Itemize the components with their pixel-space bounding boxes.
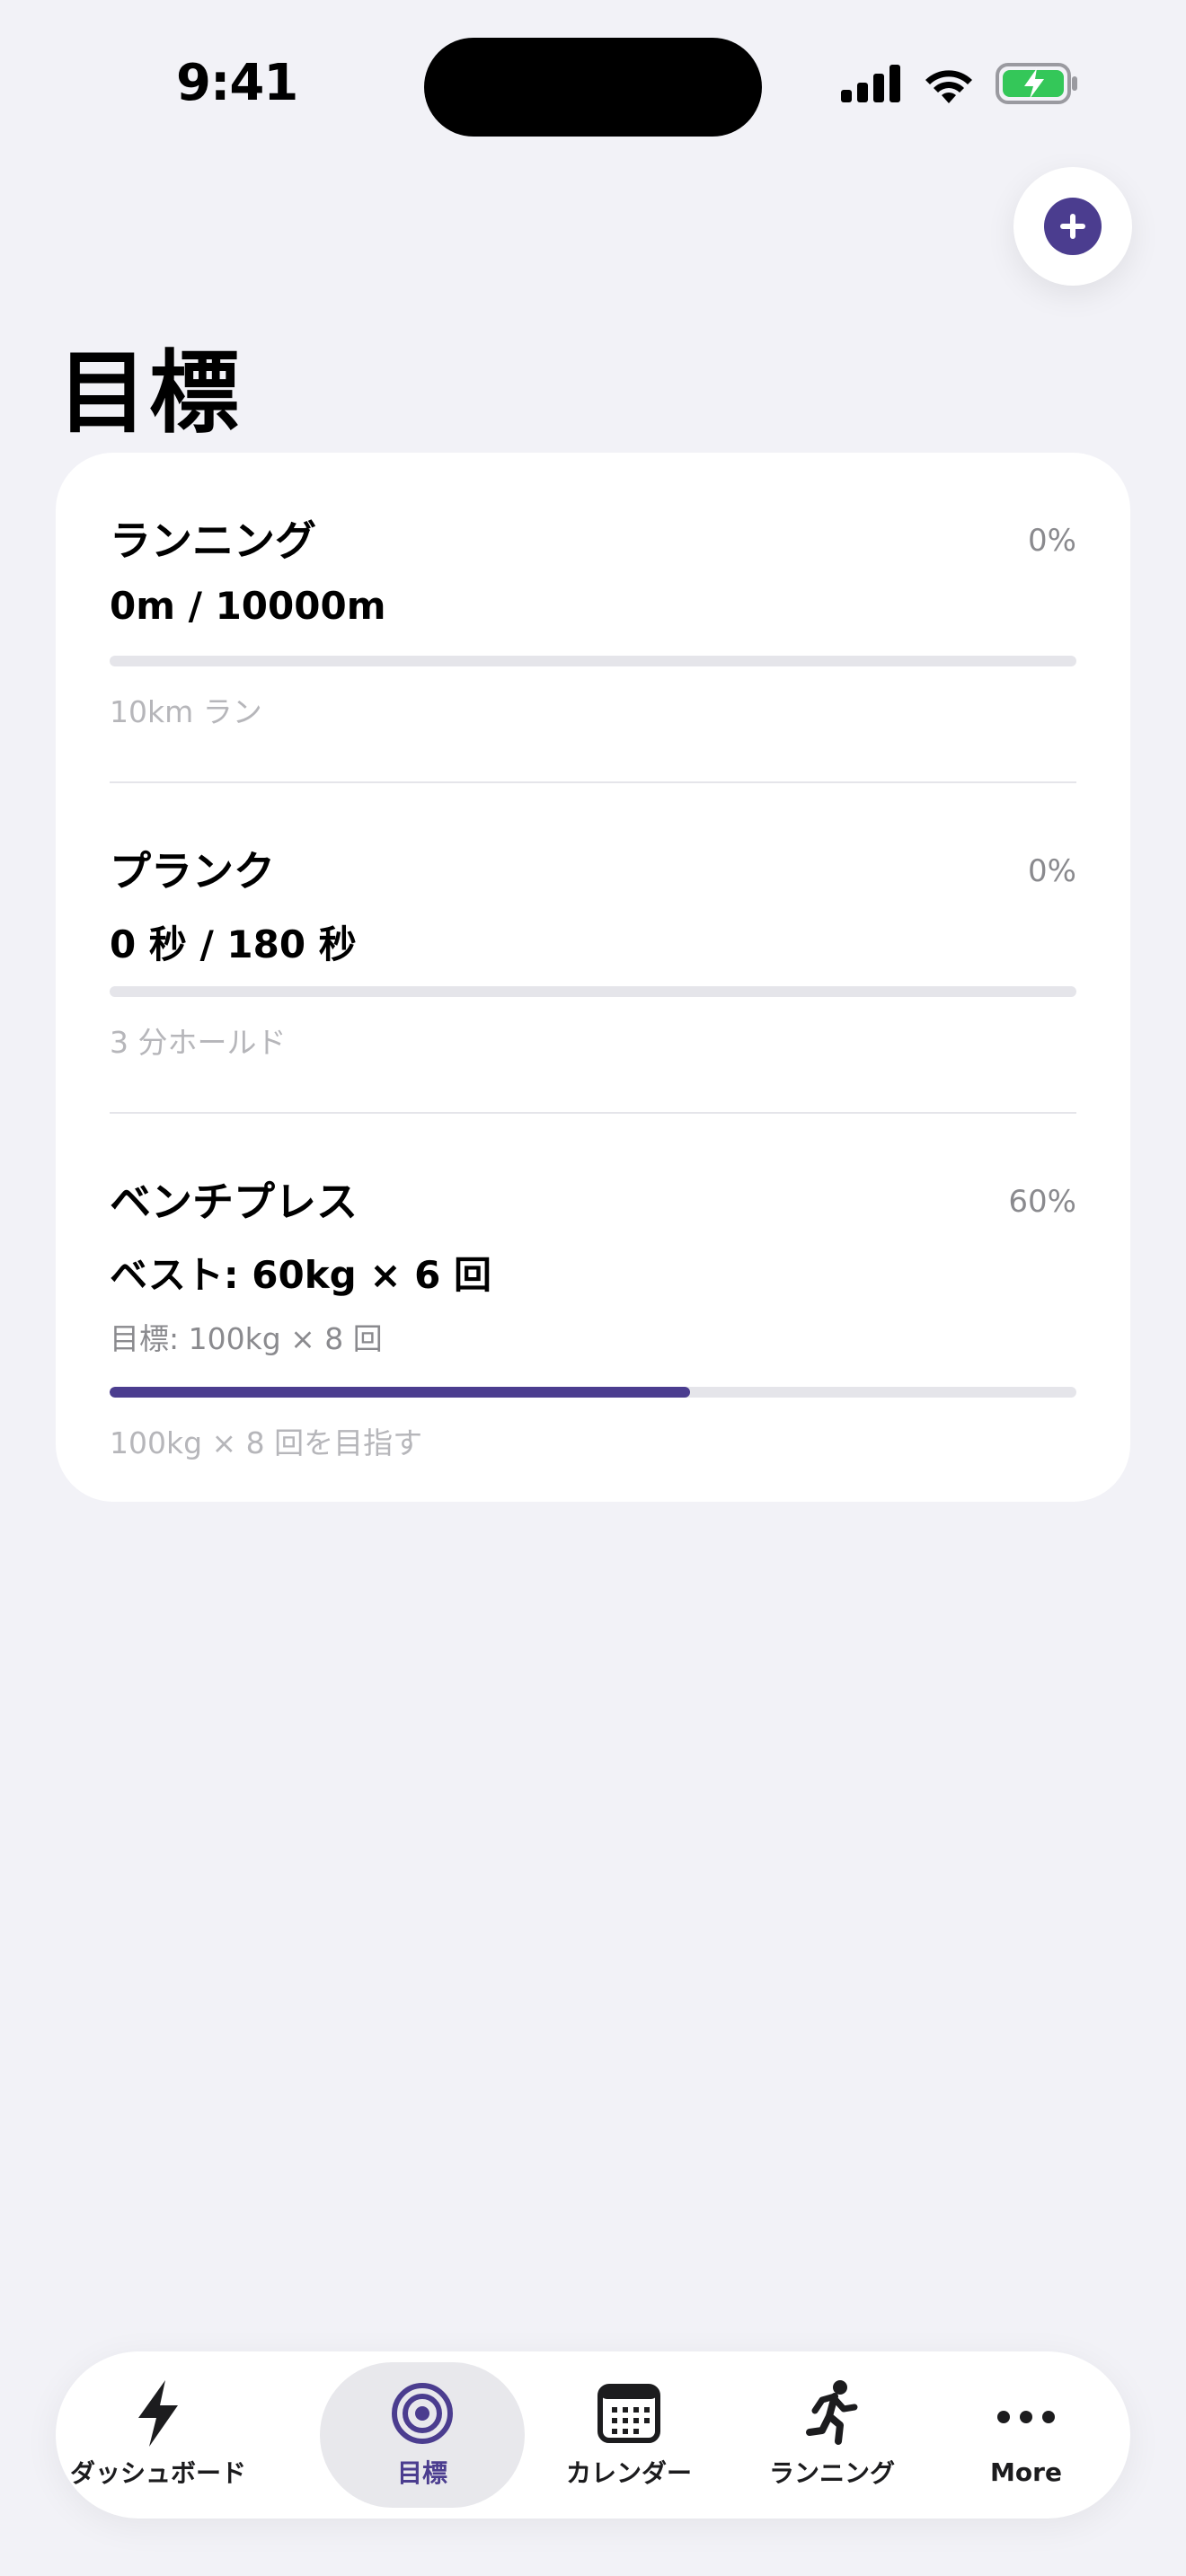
goal-item-bench-press[interactable]: ベンチプレス 60% ベスト: 60kg × 6 回 目標: 100kg × 8… [110,1114,1076,1500]
goal-name: プランク [110,847,275,895]
goal-note: 10km ラン [110,694,262,729]
goal-item-plank[interactable]: プランク 0% 0 秒 / 180 秒 3 分ホールド [110,783,1076,1114]
goal-note: 3 分ホールド [110,1025,287,1060]
status-icons [841,63,1078,104]
lightning-bolt-icon [135,2380,181,2447]
tab-dashboard[interactable]: ダッシュボード [65,2362,252,2508]
tab-label: ダッシュボード [69,2458,246,2488]
goal-percent: 0% [1028,523,1076,559]
runner-icon [804,2380,860,2447]
goal-progress-bar [110,986,1076,997]
goal-name: ベンチプレス [110,1178,358,1226]
goals-screen: 9:41 目標 ランニング 0% 0m / 10000m 10km ラン プラン… [0,0,1186,2576]
goal-progress-bar [110,656,1076,666]
tab-more[interactable]: More [945,2362,1107,2508]
tab-calendar[interactable]: カレンダー [537,2362,721,2508]
wifi-icon [922,64,976,103]
tab-label: カレンダー [565,2458,692,2488]
more-dots-icon [996,2384,1056,2450]
target-icon [391,2380,454,2447]
tab-bar: ダッシュボード 目標 カレンダー ランニング More [56,2351,1130,2519]
calendar-icon [597,2380,660,2447]
cellular-signal-icon [841,65,902,102]
goal-current-value: 0 秒 / 180 秒 [110,922,357,966]
page-title: 目標 [58,340,241,446]
goal-name: ランニング [110,516,316,565]
battery-charging-icon [996,63,1078,104]
goal-progress-fill [110,1387,690,1398]
add-goal-button[interactable] [1013,167,1132,286]
tab-label: 目標 [396,2458,447,2488]
goal-percent: 0% [1028,853,1076,889]
goal-current-value: 0m / 10000m [110,584,386,628]
dynamic-island [424,38,762,137]
plus-icon [1044,198,1102,255]
goal-progress-bar [110,1387,1076,1398]
goal-current-value: ベスト: 60kg × 6 回 [110,1253,491,1297]
goal-percent: 60% [1008,1184,1076,1220]
goal-note: 100kg × 8 回を目指す [110,1425,423,1460]
tab-running[interactable]: ランニング [740,2362,924,2508]
goal-target-value: 目標: 100kg × 8 回 [110,1321,383,1356]
goal-item-running[interactable]: ランニング 0% 0m / 10000m 10km ラン [110,453,1076,783]
status-time: 9:41 [176,54,298,112]
tab-label: More [990,2457,1062,2487]
tab-goals[interactable]: 目標 [320,2362,525,2508]
tab-label: ランニング [768,2458,895,2488]
goals-list: ランニング 0% 0m / 10000m 10km ラン プランク 0% 0 秒… [56,453,1130,1502]
